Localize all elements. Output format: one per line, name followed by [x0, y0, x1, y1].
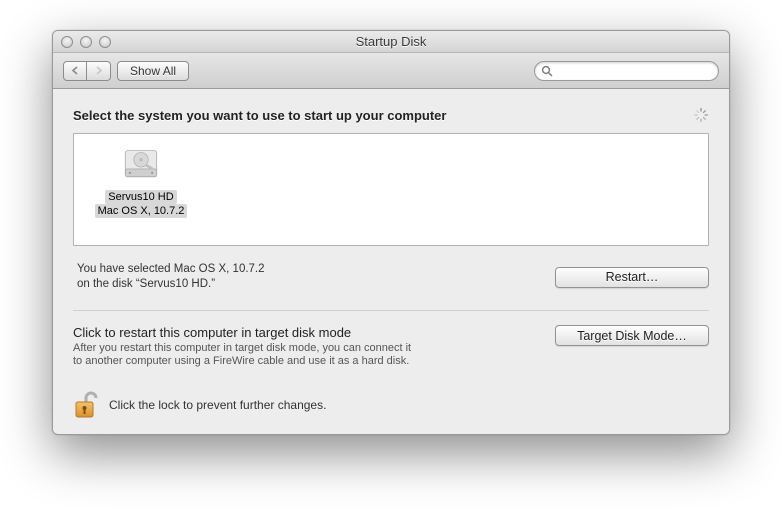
titlebar: Startup Disk [53, 31, 729, 53]
selection-line1: You have selected Mac OS X, 10.7.2 [77, 262, 265, 277]
chevron-left-icon [71, 66, 79, 75]
content: Select the system you want to use to sta… [53, 89, 729, 434]
restart-label: Restart… [606, 270, 659, 284]
zoom-window-button[interactable] [99, 36, 111, 48]
tdm-button-label: Target Disk Mode… [577, 329, 687, 343]
harddrive-icon [120, 144, 162, 186]
disk-item[interactable]: Servus10 HD Mac OS X, 10.7.2 [86, 144, 196, 218]
window: Startup Disk Show All Select the system … [52, 30, 730, 435]
tdm-desc-line2: to another computer using a FireWire cab… [73, 355, 411, 368]
minimize-window-button[interactable] [80, 36, 92, 48]
nav-segmented [63, 61, 111, 81]
target-disk-mode-button[interactable]: Target Disk Mode… [555, 325, 709, 346]
show-all-button[interactable]: Show All [117, 61, 189, 81]
selection-info: You have selected Mac OS X, 10.7.2 on th… [73, 262, 265, 292]
tdm-heading: Click to restart this computer in target… [73, 325, 411, 340]
window-title: Startup Disk [53, 34, 729, 49]
lock-row: Click the lock to prevent further change… [73, 390, 709, 420]
disk-name: Servus10 HD [105, 190, 176, 204]
lock-open-icon[interactable] [73, 390, 99, 420]
search-icon [541, 65, 553, 77]
page-heading: Select the system you want to use to sta… [73, 108, 446, 123]
divider [73, 310, 709, 311]
close-window-button[interactable] [61, 36, 73, 48]
traffic-lights [53, 36, 111, 48]
forward-button[interactable] [87, 61, 111, 81]
lock-text: Click the lock to prevent further change… [109, 398, 326, 412]
selection-line2: on the disk “Servus10 HD.” [77, 277, 265, 292]
search-field[interactable] [534, 61, 719, 81]
disk-os: Mac OS X, 10.7.2 [95, 204, 188, 218]
restart-button[interactable]: Restart… [555, 267, 709, 288]
tdm-desc-line1: After you restart this computer in targe… [73, 342, 411, 355]
show-all-label: Show All [130, 64, 176, 78]
toolbar: Show All [53, 53, 729, 89]
disk-list: Servus10 HD Mac OS X, 10.7.2 [73, 133, 709, 246]
chevron-right-icon [95, 66, 103, 75]
search-input[interactable] [557, 64, 712, 78]
spinner-icon [693, 107, 709, 123]
back-button[interactable] [63, 61, 87, 81]
target-disk-mode-info: Click to restart this computer in target… [73, 325, 411, 368]
